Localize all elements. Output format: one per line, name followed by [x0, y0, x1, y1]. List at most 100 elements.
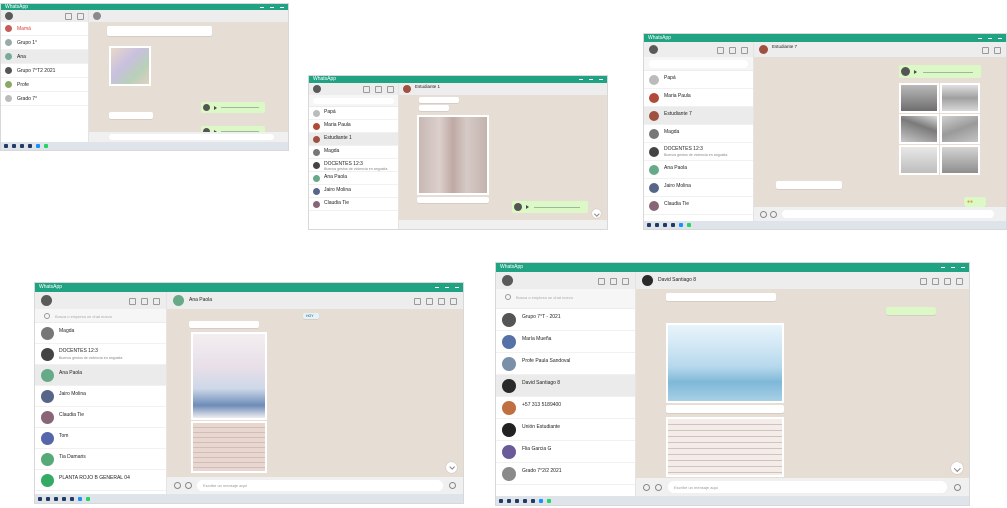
window-controls[interactable] [941, 263, 965, 272]
message-input[interactable] [782, 210, 994, 218]
attach-icon[interactable] [185, 482, 192, 489]
list-item[interactable]: Ana [1, 50, 88, 64]
list-item[interactable]: Magda [644, 125, 753, 143]
list-item[interactable]: Grupo 7°T - 2021 [496, 309, 635, 331]
search-input[interactable]: Busca o empieza un chat nuevo [41, 312, 160, 320]
image-message[interactable] [940, 114, 980, 144]
list-item[interactable]: Claudia Tie [309, 198, 398, 211]
whatsapp-taskbar-icon[interactable] [687, 223, 691, 227]
scroll-down-button[interactable] [446, 462, 457, 473]
contact-avatar[interactable] [93, 12, 101, 20]
list-item[interactable]: Magda [309, 146, 398, 159]
image-message[interactable] [109, 46, 151, 86]
list-item[interactable]: Maria Paula [309, 120, 398, 133]
status-icon[interactable] [363, 86, 370, 93]
start-icon[interactable] [38, 496, 42, 501]
menu-icon[interactable] [956, 278, 963, 285]
video-call-icon[interactable] [920, 278, 927, 285]
list-item[interactable]: Magda [35, 323, 166, 344]
image-message[interactable] [940, 83, 980, 113]
list-item[interactable]: Jairo Molina [35, 386, 166, 407]
list-item[interactable]: Grupo 1° [1, 36, 88, 50]
emoji-icon[interactable] [174, 482, 181, 489]
list-item[interactable]: Estudiante 7 [644, 107, 753, 125]
scroll-down-button[interactable] [592, 209, 601, 218]
status-icon[interactable] [598, 278, 605, 285]
search-icon[interactable] [438, 298, 445, 305]
video-call-icon[interactable] [414, 298, 421, 305]
message-input[interactable]: Escribe un mensaje aquí [197, 480, 443, 491]
call-icon[interactable] [426, 298, 433, 305]
contact-avatar[interactable] [759, 45, 768, 54]
list-item[interactable]: David Santiago 8 [496, 375, 635, 397]
image-message[interactable] [899, 83, 939, 113]
start-icon[interactable] [647, 223, 651, 227]
list-item[interactable]: Ana Paola [644, 161, 753, 179]
new-chat-icon[interactable] [77, 13, 84, 20]
scroll-down-button[interactable] [951, 462, 963, 474]
new-chat-icon[interactable] [729, 47, 736, 54]
list-item[interactable]: Claudia Tie [35, 407, 166, 428]
menu-icon[interactable] [994, 47, 1001, 54]
attach-icon[interactable] [655, 484, 662, 491]
list-item[interactable]: Estudiante 1 [309, 133, 398, 146]
new-chat-icon[interactable] [610, 278, 617, 285]
list-item[interactable]: DOCENTES 12:3 Buenos gestos de violencia… [644, 143, 753, 161]
status-icon[interactable] [65, 13, 72, 20]
contact-avatar[interactable] [403, 85, 411, 93]
list-item[interactable]: Maria Paula [644, 89, 753, 107]
list-item[interactable]: Mamá [1, 22, 88, 36]
list-item[interactable]: Jairo Molina [644, 179, 753, 197]
window-controls[interactable] [978, 34, 1002, 42]
list-item[interactable]: Ana Paola [309, 172, 398, 185]
new-chat-icon[interactable] [375, 86, 382, 93]
list-item[interactable]: Papá [309, 107, 398, 120]
list-item[interactable]: Grado 7°2/2 2021 [496, 463, 635, 485]
window-controls[interactable] [435, 283, 459, 292]
menu-icon[interactable] [622, 278, 629, 285]
whatsapp-taskbar-icon[interactable] [86, 496, 90, 501]
voice-message[interactable] [201, 102, 265, 113]
profile-avatar[interactable] [5, 12, 13, 20]
voice-message[interactable] [512, 201, 588, 213]
list-item[interactable]: Profe Paula Sandoval [496, 353, 635, 375]
list-item[interactable]: Papá [644, 71, 753, 89]
mic-icon[interactable] [954, 484, 961, 491]
search-icon[interactable] [944, 278, 951, 285]
voice-message[interactable] [899, 65, 981, 78]
contact-avatar[interactable] [642, 275, 653, 286]
menu-icon[interactable] [741, 47, 748, 54]
menu-icon[interactable] [153, 298, 160, 305]
whatsapp-taskbar-icon[interactable] [547, 498, 551, 503]
new-chat-icon[interactable] [141, 298, 148, 305]
call-icon[interactable] [932, 278, 939, 285]
profile-avatar[interactable] [649, 45, 658, 54]
list-item[interactable]: Jairo Molina [309, 185, 398, 198]
image-message[interactable] [191, 421, 267, 473]
list-item[interactable]: Ana Paola [35, 365, 166, 386]
list-item[interactable]: Tia Damaris [35, 449, 166, 470]
list-item[interactable]: Grado 7° [1, 92, 88, 106]
message-input[interactable]: Escribe un mensaje aquí [668, 481, 947, 493]
search-input[interactable]: Busca o empieza un chat nuevo [502, 293, 629, 303]
mic-icon[interactable] [449, 482, 456, 489]
search-input[interactable] [313, 98, 394, 104]
whatsapp-taskbar-icon[interactable] [44, 144, 48, 148]
list-item[interactable]: DOCENTES 12:3 Buenos gestos de violencia… [309, 159, 398, 172]
image-message[interactable] [899, 145, 939, 175]
image-message[interactable] [191, 332, 267, 420]
status-icon[interactable] [129, 298, 136, 305]
list-item[interactable]: María Mueña [496, 331, 635, 353]
menu-icon[interactable] [450, 298, 457, 305]
attach-icon[interactable] [770, 211, 777, 218]
list-item[interactable]: Grupo 7°T2 2021 [1, 64, 88, 78]
list-item[interactable]: Tom [35, 428, 166, 449]
start-icon[interactable] [499, 498, 503, 503]
emoji-icon[interactable] [760, 211, 767, 218]
attach-icon[interactable] [982, 47, 989, 54]
status-icon[interactable] [717, 47, 724, 54]
image-message[interactable] [899, 114, 939, 144]
list-item[interactable]: Unión Estudiante [496, 419, 635, 441]
emoji-icon[interactable] [643, 484, 650, 491]
image-message[interactable] [666, 323, 784, 403]
